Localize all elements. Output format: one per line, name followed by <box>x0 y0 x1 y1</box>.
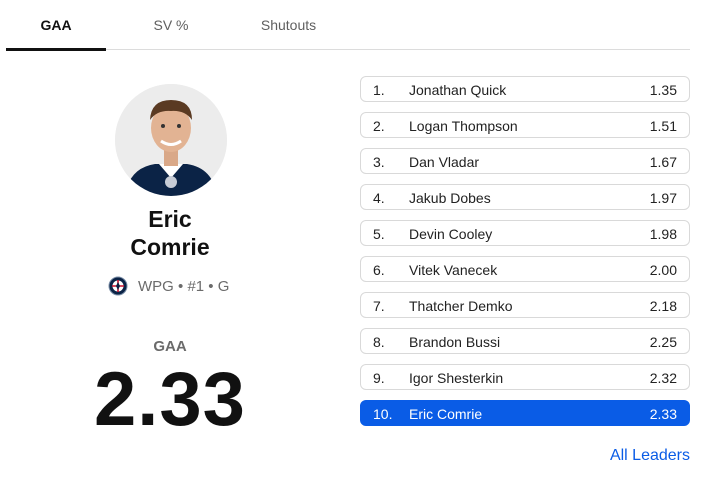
leader-name: Jonathan Quick <box>409 82 507 98</box>
leader-row-selected[interactable]: 10. Eric Comrie 2.33 <box>360 400 690 426</box>
stat-label: GAA <box>153 338 187 355</box>
leader-name: Devin Cooley <box>409 226 493 242</box>
leader-rank: 5. <box>373 226 385 242</box>
jets-logo-icon <box>108 276 128 296</box>
leader-value: 2.33 <box>649 406 677 422</box>
stat-tabs: GAA SV % Shutouts <box>6 0 690 51</box>
leader-rank: 3. <box>373 154 385 170</box>
active-tab-indicator <box>6 48 106 51</box>
leader-value: 1.51 <box>649 118 677 134</box>
leader-name: Igor Shesterkin <box>409 370 504 386</box>
leader-name: Vitek Vanecek <box>409 262 498 278</box>
leader-row[interactable]: 3. Dan Vladar 1.67 <box>360 148 690 174</box>
leader-name: Dan Vladar <box>409 154 480 170</box>
leader-value: 2.25 <box>649 334 677 350</box>
meta-separator-1: • <box>173 277 188 295</box>
leader-value: 1.98 <box>649 226 677 242</box>
leader-row[interactable]: 7. Thatcher Demko 2.18 <box>360 292 690 318</box>
tab-shutouts[interactable]: Shutouts <box>236 0 341 48</box>
player-avatar <box>115 84 227 196</box>
leader-name: Brandon Bussi <box>409 334 501 350</box>
leader-name: Jakub Dobes <box>409 190 491 206</box>
leader-rank: 1. <box>373 82 385 98</box>
leader-row[interactable]: 8. Brandon Bussi 2.25 <box>360 328 690 354</box>
meta-separator-2: • <box>204 277 218 295</box>
leader-value: 2.32 <box>649 370 677 386</box>
leader-rank: 2. <box>373 118 385 134</box>
tab-sv-percent[interactable]: SV % <box>121 0 221 48</box>
all-leaders-link[interactable]: All Leaders <box>610 447 690 465</box>
player-first-name: Eric <box>148 206 192 232</box>
leader-rank: 6. <box>373 262 385 278</box>
leader-name: Thatcher Demko <box>409 298 513 314</box>
leader-rank: 10. <box>373 406 393 422</box>
leader-row[interactable]: 4. Jakub Dobes 1.97 <box>360 184 690 210</box>
leader-name: Eric Comrie <box>409 406 483 422</box>
stat-value: 2.33 <box>94 357 246 442</box>
tab-gaa[interactable]: GAA <box>6 0 106 48</box>
player-name[interactable]: Eric Comrie <box>70 205 270 261</box>
player-last-name: Comrie <box>130 234 210 260</box>
player-meta: WPG • #1 • G <box>108 276 229 296</box>
leader-row[interactable]: 5. Devin Cooley 1.98 <box>360 220 690 246</box>
leader-row[interactable]: 6. Vitek Vanecek 2.00 <box>360 256 690 282</box>
leader-rank: 8. <box>373 334 385 350</box>
leader-rank: 4. <box>373 190 385 206</box>
leaders-list: 1. Jonathan Quick 1.35 2. Logan Thompson 1.5… <box>360 76 690 436</box>
leader-row[interactable]: 9. Igor Shesterkin 2.32 <box>360 364 690 390</box>
leader-value: 2.18 <box>649 298 677 314</box>
leader-name: Logan Thompson <box>409 118 518 134</box>
leader-row[interactable]: 1. Jonathan Quick 1.35 <box>360 76 690 102</box>
leader-rank: 9. <box>373 370 385 386</box>
leader-value: 1.35 <box>649 82 677 98</box>
leader-rank: 7. <box>373 298 385 314</box>
leader-value: 1.97 <box>649 190 677 206</box>
player-position: G <box>217 277 230 295</box>
leader-value: 1.67 <box>649 154 677 170</box>
jersey-number: #1 <box>187 277 205 295</box>
team-abbr: WPG <box>138 277 174 295</box>
leader-value: 2.00 <box>649 262 677 278</box>
player-headshot-icon <box>115 84 227 196</box>
leader-row[interactable]: 2. Logan Thompson 1.51 <box>360 112 690 138</box>
